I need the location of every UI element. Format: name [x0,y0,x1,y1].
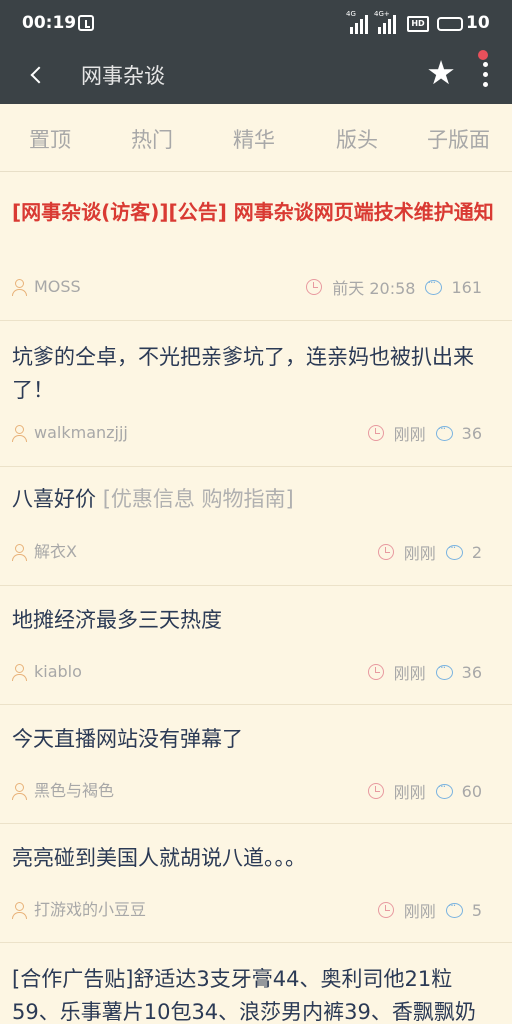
post-time: 刚刚 [393,425,426,444]
tab-pinned[interactable]: 置顶 [29,124,71,154]
user-icon [12,544,27,561]
notification-dot [478,50,488,60]
clock-icon [367,664,384,680]
post-meta: MOSS 前天 20:58 161 [12,276,482,298]
reply-icon [445,899,463,918]
post-time: 刚刚 [403,544,436,563]
tab-bar: 置顶 热门 精华 版头 子版面 [0,104,512,172]
reply-count: 36 [461,423,482,443]
post-author: 黑色与褐色 [34,781,115,800]
list-item[interactable]: 今天直播网站没有弹幕了 黑色与褐色 刚刚 60 [0,705,512,824]
post-author: walkmanzjjj [34,423,128,442]
post-meta: kiablo 刚刚 36 [12,661,482,683]
tab-subforum[interactable]: 子版面 [427,124,490,154]
status-bar: 00:19 4G 4G+ HD 10 [0,0,512,48]
reply-count: 5 [471,900,482,920]
clock-icon [377,902,394,918]
signal-icon-2: 4G+ [374,10,398,34]
post-stats: 刚刚 36 [367,661,482,683]
more-menu-icon[interactable] [474,50,496,94]
signal-icon: 4G [346,10,368,34]
post-time: 刚刚 [393,664,426,683]
page-title: 网事杂谈 [81,64,165,88]
post-title: 坑爹的仝卓，不光把亲爹坑了，连亲妈也被扒出来了！ [12,345,474,402]
tab-hot[interactable]: 热门 [131,124,173,154]
post-author: kiablo [34,662,82,681]
list-item[interactable]: 地摊经济最多三天热度 kiablo 刚刚 36 [0,586,512,705]
post-author: MOSS [34,277,81,296]
clock-icon [367,783,384,799]
post-time: 刚刚 [403,902,436,921]
post-category-tag: [优惠信息 购物指南] [102,487,294,511]
post-title: 亮亮碰到美国人就胡说八道。。。 [12,846,306,870]
list-item[interactable]: 坑爹的仝卓，不光把亲爹坑了，连亲妈也被扒出来了！ walkmanzjjj 刚刚 … [0,321,512,467]
reply-icon [435,422,453,441]
post-meta: 解衣X 刚刚 2 [12,541,482,563]
post-title: 八喜好价 [优惠信息 购物指南] [12,487,294,511]
post-title: 地摊经济最多三天热度 [12,608,222,632]
clock-icon [377,544,394,560]
post-title: 今天直播网站没有弹幕了 [12,727,243,751]
battery-level: 10 [466,13,490,33]
post-stats: 刚刚 60 [367,780,482,802]
tab-header[interactable]: 版头 [336,124,378,154]
reply-icon [425,276,443,295]
post-stats: 刚刚 2 [377,541,482,563]
post-time: 刚刚 [393,783,426,802]
user-icon [12,664,27,681]
post-stats: 刚刚 36 [367,422,482,444]
alarm-icon [78,15,94,31]
back-arrow-icon[interactable] [22,60,52,90]
reply-count: 161 [451,277,482,297]
user-icon [12,425,27,442]
post-meta: 打游戏的小豆豆 刚刚 5 [12,899,482,921]
reply-icon [435,661,453,680]
post-author: 打游戏的小豆豆 [34,900,147,919]
post-meta: walkmanzjjj 刚刚 36 [12,422,482,444]
post-title: [网事杂谈(访客)][公告] 网事杂谈网页端技术维护通知 [12,200,494,224]
post-title: [合作广告贴]舒适达3支牙膏44、奥利司他21粒59、乐事薯片10包34、浪莎男… [12,967,476,1024]
status-time: 00:19 [22,13,77,33]
hd-icon: HD [407,16,429,32]
user-icon [12,279,27,296]
user-icon [12,902,27,919]
tab-featured[interactable]: 精华 [233,124,275,154]
reply-count: 36 [461,662,482,682]
reply-icon [435,780,453,799]
list-item[interactable]: [网事杂谈(访客)][公告] 网事杂谈网页端技术维护通知 MOSS 前天 20:… [0,172,512,321]
reply-count: 60 [461,781,482,801]
post-stats: 刚刚 5 [377,899,482,921]
list-item[interactable]: 八喜好价 [优惠信息 购物指南] 解衣X 刚刚 2 [0,467,512,586]
user-icon [12,783,27,800]
star-icon[interactable]: ★ [424,56,458,90]
battery-icon [437,17,463,31]
clock-icon [306,279,323,295]
reply-count: 2 [471,542,482,562]
clock-icon [367,425,384,441]
post-stats: 前天 20:58 161 [306,276,482,298]
post-time: 前天 20:58 [332,279,416,298]
post-meta: 黑色与褐色 刚刚 60 [12,780,482,802]
reply-icon [445,541,463,560]
list-item[interactable]: 亮亮碰到美国人就胡说八道。。。 打游戏的小豆豆 刚刚 5 [0,824,512,943]
list-item[interactable]: [合作广告贴]舒适达3支牙膏44、奥利司他21粒59、乐事薯片10包34、浪莎男… [0,943,512,1024]
post-author: 解衣X [34,542,77,561]
app-bar: 网事杂谈 ★ [0,48,512,104]
